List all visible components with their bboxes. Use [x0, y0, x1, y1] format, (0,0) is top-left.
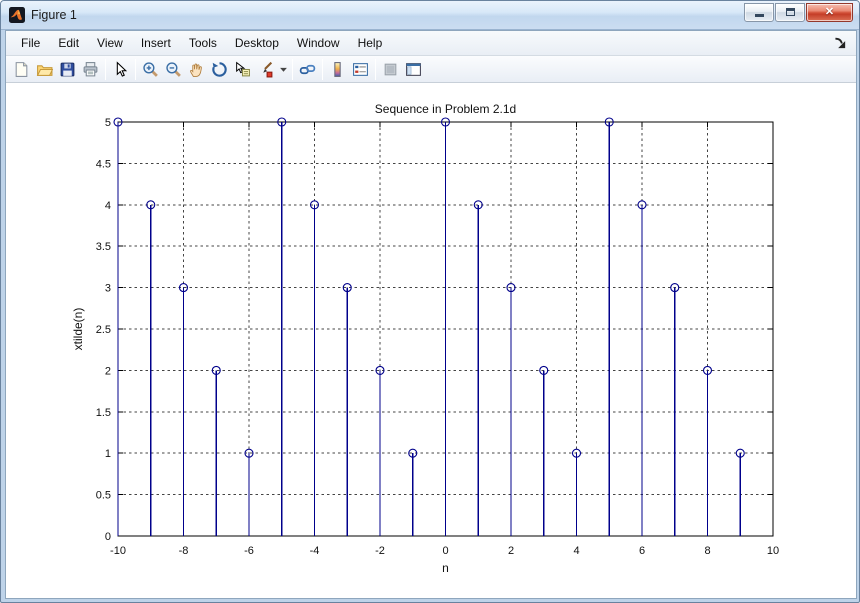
svg-text:4.5: 4.5	[96, 158, 111, 170]
toolbar-separator	[135, 58, 136, 80]
menu-item-file[interactable]: File	[12, 32, 49, 54]
menu-item-desktop[interactable]: Desktop	[226, 32, 288, 54]
toolbar-separator	[375, 58, 376, 80]
rotate-3d-icon[interactable]	[208, 58, 231, 80]
svg-text:n: n	[442, 561, 449, 575]
print-icon[interactable]	[79, 58, 102, 80]
svg-text:1.5: 1.5	[96, 407, 111, 419]
svg-text:-6: -6	[244, 545, 254, 557]
svg-text:3: 3	[105, 283, 111, 295]
svg-text:-2: -2	[375, 545, 385, 557]
menu-item-help[interactable]: Help	[349, 32, 392, 54]
close-icon: ✕	[824, 5, 835, 18]
close-button[interactable]: ✕	[806, 2, 853, 22]
menu-item-tools[interactable]: Tools	[180, 32, 226, 54]
brush-icon[interactable]	[254, 58, 277, 80]
menu-item-edit[interactable]: Edit	[49, 32, 88, 54]
toolbar-separator	[322, 58, 323, 80]
stem-plot: -10 -8 -6 -4 -2 0 2 4 6 8 10 0 0.5 1 1.5 2 2.5 3 3.5 4 4.5 5 S…	[71, 102, 779, 575]
menu-bar: File Edit View Insert Tools Desktop Window Help	[6, 31, 856, 56]
pan-icon[interactable]	[185, 58, 208, 80]
maximize-icon	[785, 8, 795, 16]
figure-window: Figure 1 ✕ File Edit View Insert Tools Deskto…	[0, 0, 860, 603]
svg-text:2: 2	[508, 545, 514, 557]
menu-item-view[interactable]: View	[88, 32, 132, 54]
title-bar[interactable]: Figure 1 ✕	[1, 1, 859, 30]
dock-figure-button[interactable]	[832, 35, 848, 51]
svg-text:0.5: 0.5	[96, 490, 111, 502]
svg-text:0: 0	[442, 545, 448, 557]
data-cursor-icon[interactable]	[231, 58, 254, 80]
menu-item-insert[interactable]: Insert	[132, 32, 180, 54]
toolbar-separator	[105, 58, 106, 80]
toolbar-separator	[292, 58, 293, 80]
minimize-icon	[754, 14, 764, 17]
window-controls: ✕	[744, 2, 853, 22]
menu-item-window[interactable]: Window	[288, 32, 349, 54]
legend-icon[interactable]	[349, 58, 372, 80]
show-plot-tools-icon[interactable]	[402, 58, 425, 80]
svg-text:4: 4	[105, 200, 111, 212]
svg-text:0: 0	[105, 531, 111, 543]
menu-items: File Edit View Insert Tools Desktop Window Help	[12, 32, 832, 54]
svg-text:10: 10	[767, 545, 779, 557]
save-icon[interactable]	[56, 58, 79, 80]
colorbar-icon[interactable]	[326, 58, 349, 80]
matlab-icon	[9, 7, 25, 23]
svg-text:8: 8	[704, 545, 710, 557]
svg-text:Sequence in Problem 2.1d: Sequence in Problem 2.1d	[375, 102, 516, 116]
svg-text:2.5: 2.5	[96, 324, 111, 336]
zoom-out-icon[interactable]	[162, 58, 185, 80]
svg-text:3.5: 3.5	[96, 241, 111, 253]
open-folder-icon[interactable]	[33, 58, 56, 80]
brush-dropdown-icon[interactable]	[277, 58, 289, 80]
maximize-button[interactable]	[775, 2, 805, 22]
svg-text:xtilde(n): xtilde(n)	[71, 308, 85, 351]
figure-client-area: File Edit View Insert Tools Desktop Window Help…	[5, 30, 857, 599]
svg-text:-4: -4	[310, 545, 320, 557]
pointer-icon[interactable]	[109, 58, 132, 80]
toolbar	[6, 56, 856, 83]
zoom-in-icon[interactable]	[139, 58, 162, 80]
figure-canvas: -10 -8 -6 -4 -2 0 2 4 6 8 10 0 0.5 1 1.5 2 2.5 3 3.5 4 4.5 5 S…	[6, 83, 856, 598]
link-plot-icon[interactable]	[296, 58, 319, 80]
svg-text:-10: -10	[110, 545, 126, 557]
svg-text:-8: -8	[179, 545, 189, 557]
window-title: Figure 1	[31, 8, 77, 22]
svg-text:6: 6	[639, 545, 645, 557]
hide-plot-tools-icon[interactable]	[379, 58, 402, 80]
minimize-button[interactable]	[744, 2, 774, 22]
svg-text:1: 1	[105, 448, 111, 460]
svg-text:4: 4	[573, 545, 579, 557]
svg-text:5: 5	[105, 117, 111, 129]
svg-text:2: 2	[105, 365, 111, 377]
new-document-icon[interactable]	[10, 58, 33, 80]
